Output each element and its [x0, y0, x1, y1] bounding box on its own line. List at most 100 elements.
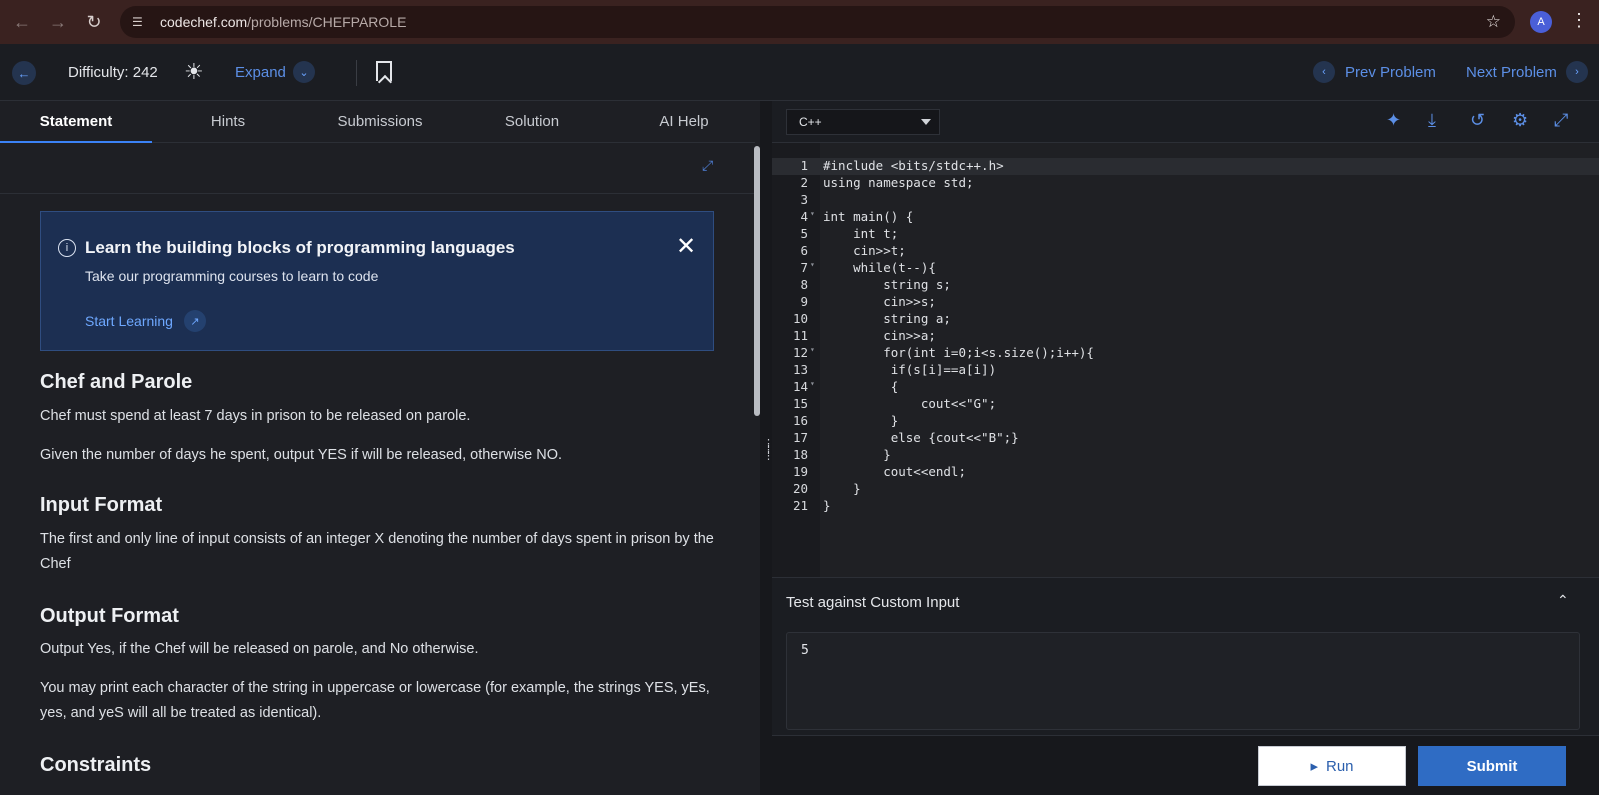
output-format-heading: Output Format	[40, 605, 179, 627]
url-host: codechef.com	[160, 14, 248, 30]
line-number: 12	[792, 345, 808, 360]
input-format-text: The first and only line of input consist…	[40, 531, 714, 572]
line-number: 1	[800, 158, 808, 173]
url-text: codechef.com/problems/CHEFPAROLE	[160, 14, 406, 30]
reset-icon[interactable]: ↺	[1470, 110, 1485, 131]
code-text: cin>>s;	[823, 294, 936, 309]
code-line[interactable]: 16 }	[772, 413, 1599, 430]
code-line[interactable]: 14 ▾ {	[772, 379, 1599, 396]
back-arrow-icon[interactable]: ←	[12, 61, 36, 85]
code-line[interactable]: 6 cin>>t;	[772, 243, 1599, 260]
prev-problem-button[interactable]: Prev Problem	[1345, 64, 1436, 81]
banner-title: Learn the building blocks of programming…	[85, 238, 515, 257]
magic-wand-icon[interactable]: ✦	[1386, 110, 1401, 131]
close-icon[interactable]: ✕	[676, 232, 696, 261]
info-icon: i	[58, 239, 76, 257]
expand-button[interactable]: Expand	[235, 64, 286, 81]
code-text: }	[823, 481, 861, 496]
code-line[interactable]: 11 cin>>a;	[772, 328, 1599, 345]
code-line[interactable]: 4 ▾ int main() {	[772, 209, 1599, 226]
code-text: if(s[i]==a[i])	[823, 362, 997, 377]
settings-gear-icon[interactable]: ⚙	[1512, 110, 1528, 131]
line-number: 15	[792, 396, 808, 411]
chevron-left-icon[interactable]: ‹	[1313, 61, 1335, 83]
tab-hints[interactable]: Hints	[152, 113, 304, 130]
start-learning-link[interactable]: Start Learning	[85, 313, 173, 329]
statement-paragraph: Given the number of days he spent, outpu…	[40, 447, 563, 463]
code-line[interactable]: 17 else {cout<<"B";}	[772, 430, 1599, 447]
line-number: 13	[792, 362, 808, 377]
fold-arrow-icon[interactable]: ▾	[810, 260, 815, 269]
code-line[interactable]: 7 ▾ while(t--){	[772, 260, 1599, 277]
language-select[interactable]: C++	[786, 109, 940, 135]
url-path: /problems/CHEFPAROLE	[247, 14, 407, 30]
code-line[interactable]: 20 }	[772, 481, 1599, 498]
code-line[interactable]: 1 #include <bits/stdc++.h>	[772, 158, 1599, 175]
code-text: string s;	[823, 277, 951, 292]
line-number: 18	[792, 447, 808, 462]
play-icon: ▸	[1310, 758, 1318, 775]
run-button[interactable]: ▸ Run	[1258, 746, 1406, 786]
site-settings-icon[interactable]: ☰	[132, 15, 152, 29]
panel-splitter[interactable]: ⋮ ⋮ ⋮	[760, 101, 774, 795]
address-bar[interactable]: ☰ codechef.com/problems/CHEFPAROLE ☆	[120, 6, 1515, 38]
fold-arrow-icon[interactable]: ▾	[810, 379, 815, 388]
line-number: 16	[792, 413, 808, 428]
chevron-down-icon[interactable]: ⌄	[293, 61, 315, 83]
code-line[interactable]: 10 string a;	[772, 311, 1599, 328]
next-problem-button[interactable]: Next Problem	[1466, 64, 1557, 81]
code-editor[interactable]: 1 #include <bits/stdc++.h> 2 using namespac…	[772, 143, 1599, 577]
code-line[interactable]: 12 ▾ for(int i=0;i<s.size();i++){	[772, 345, 1599, 362]
code-text: int t;	[823, 226, 899, 241]
chevron-right-icon[interactable]: ›	[1566, 61, 1588, 83]
tab-statement[interactable]: Statement	[0, 113, 152, 130]
code-line[interactable]: 8 string s;	[772, 277, 1599, 294]
custom-input-label: Test against Custom Input	[786, 594, 960, 611]
code-text: else {cout<<"B";}	[823, 430, 1019, 445]
chevron-up-icon[interactable]: ⌃	[1557, 592, 1569, 609]
line-number: 3	[800, 192, 808, 207]
tab-submissions[interactable]: Submissions	[304, 113, 456, 130]
code-text: cin>>a;	[823, 328, 936, 343]
bookmark-star-icon[interactable]: ☆	[1486, 12, 1501, 32]
submit-button[interactable]: Submit	[1418, 746, 1566, 786]
browser-back-icon[interactable]: ←	[6, 6, 38, 38]
bookmark-icon[interactable]	[376, 61, 392, 81]
theme-toggle-sun-icon[interactable]: ☀	[184, 59, 204, 85]
custom-input-field[interactable]: 5	[786, 632, 1580, 730]
code-line[interactable]: 21}	[772, 498, 1599, 515]
code-line[interactable]: 3	[772, 192, 1599, 209]
external-arrow-icon[interactable]: ↗	[184, 310, 206, 332]
code-line[interactable]: 9 cin>>s;	[772, 294, 1599, 311]
difficulty-label: Difficulty: 242	[68, 64, 158, 81]
fold-arrow-icon[interactable]: ▾	[810, 209, 815, 218]
code-line[interactable]: 19 cout<<endl;	[772, 464, 1599, 481]
fullscreen-icon[interactable]: ⤢	[702, 157, 713, 174]
problem-tabs: Statement Hints Submissions Solution AI …	[0, 101, 755, 143]
code-line[interactable]: 2 using namespace std;	[772, 175, 1599, 192]
line-number: 8	[800, 277, 808, 292]
code-text: cout<<"G";	[823, 396, 997, 411]
code-line[interactable]: 15 cout<<"G";	[772, 396, 1599, 413]
code-text: }	[823, 498, 831, 513]
profile-avatar[interactable]: A	[1530, 11, 1552, 33]
reload-icon[interactable]: ↻	[78, 6, 110, 38]
fullscreen-editor-icon[interactable]: ⤢	[1554, 110, 1568, 131]
tab-ai-help[interactable]: AI Help	[608, 113, 755, 130]
tab-solution[interactable]: Solution	[456, 113, 608, 130]
code-line[interactable]: 13 if(s[i]==a[i])	[772, 362, 1599, 379]
statement-toolbar: ⤢	[0, 143, 755, 194]
banner-subtitle: Take our programming courses to learn to…	[85, 268, 379, 284]
problem-topbar: ← Difficulty: 242 ☀ Expand ⌄ ‹ Prev Prob…	[0, 44, 1599, 101]
run-label: Run	[1326, 757, 1354, 775]
download-icon[interactable]: ⤓	[1428, 110, 1436, 131]
code-line[interactable]: 18 }	[772, 447, 1599, 464]
input-format-heading: Input Format	[40, 494, 163, 516]
fold-arrow-icon[interactable]: ▾	[810, 345, 815, 354]
browser-forward-icon[interactable]: →	[42, 6, 74, 38]
browser-menu-icon[interactable]: ⋮	[1570, 10, 1588, 31]
custom-input-section: Test against Custom Input ⌃ 5	[772, 577, 1599, 735]
code-line[interactable]: 5 int t;	[772, 226, 1599, 243]
editor-toolbar: C++ ✦ ⤓ ↺ ⚙ ⤢	[772, 101, 1599, 143]
line-number: 6	[800, 243, 808, 258]
